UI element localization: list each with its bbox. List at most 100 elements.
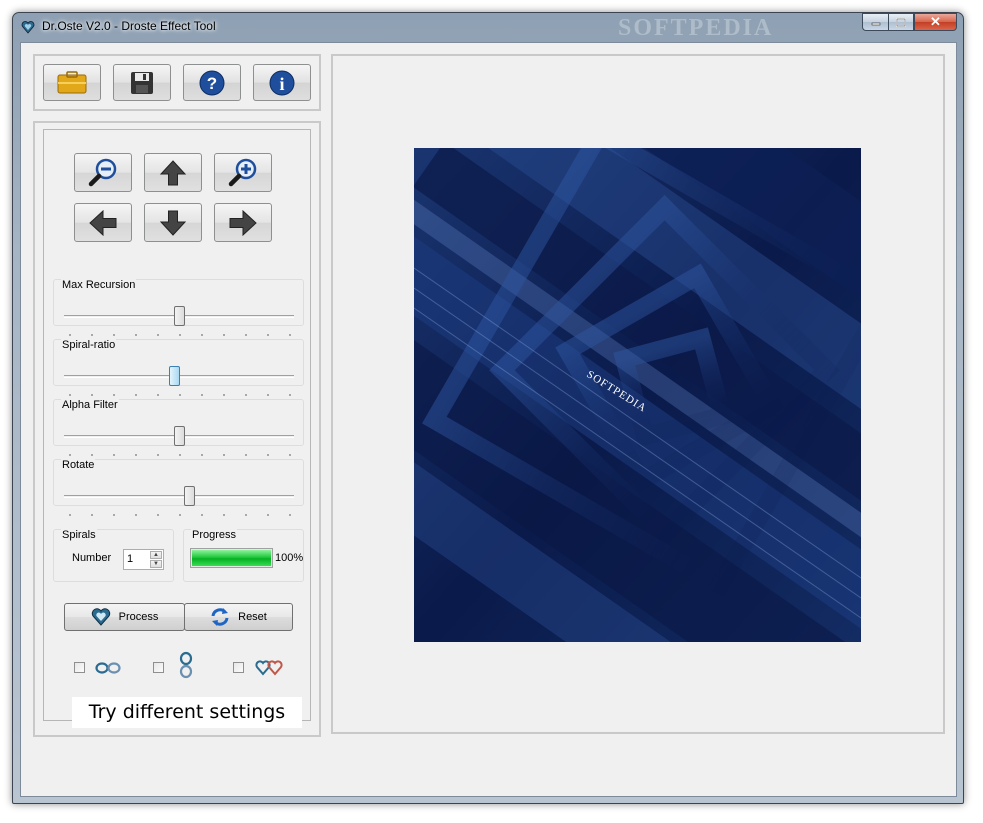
number-label: Number	[72, 552, 112, 564]
slider-tick	[201, 514, 203, 516]
info-icon: i	[269, 70, 295, 95]
slider-thumb[interactable]	[184, 486, 195, 506]
spiral-number-input[interactable]: 1 ▲ ▼	[123, 549, 164, 570]
progress-label: Progress	[191, 529, 238, 541]
max-recursion-group: Max Recursion	[53, 279, 304, 336]
maximize-button[interactable]	[888, 13, 914, 31]
progress-bar	[190, 548, 273, 568]
slider-tick	[135, 514, 137, 516]
move-down-button[interactable]	[144, 203, 202, 242]
spiral-ratio-group: Spiral-ratio	[53, 339, 304, 396]
folder-icon	[57, 70, 87, 93]
slider-tick	[91, 514, 93, 516]
zoom-in-button[interactable]	[214, 153, 272, 192]
spiral-number-value: 1	[127, 553, 134, 565]
slider-tick	[69, 514, 71, 516]
close-icon: ✕	[930, 14, 941, 29]
spiral-ratio-slider[interactable]	[64, 358, 294, 396]
progress-group: Progress 100%	[183, 529, 304, 582]
help-button[interactable]: ?	[183, 64, 241, 101]
arrow-up-icon	[159, 159, 187, 185]
slider-tick	[223, 394, 225, 396]
rotate-label: Rotate	[61, 459, 96, 471]
slider-tick	[113, 394, 115, 396]
slider-tick	[113, 514, 115, 516]
reset-label: Reset	[238, 611, 267, 623]
slider-tick	[113, 454, 115, 456]
slider-tick	[179, 454, 181, 456]
open-button[interactable]	[43, 64, 101, 101]
slider-tick	[289, 334, 291, 336]
slider-tick	[69, 454, 71, 456]
app-logo-icon	[21, 21, 35, 34]
slider-tick	[91, 334, 93, 336]
heart-logo-icon	[91, 608, 110, 626]
slider-tick	[201, 454, 203, 456]
arrow-right-icon	[229, 209, 257, 236]
slider-tick	[201, 394, 203, 396]
arrow-down-icon	[159, 210, 187, 236]
slider-tick	[91, 454, 93, 456]
info-button[interactable]: i	[253, 64, 311, 101]
figure-eight-mode-checkbox[interactable]	[153, 662, 164, 673]
reset-button[interactable]: Reset	[184, 603, 293, 631]
title-bar[interactable]: Dr.Oste V2.0 - Droste Effect Tool SOFTPE…	[13, 13, 963, 41]
slider-tick	[157, 334, 159, 336]
figure-eight-mode-icon	[179, 651, 193, 679]
alpha-filter-label: Alpha Filter	[61, 399, 119, 411]
slider-tick	[223, 334, 225, 336]
slider-thumb[interactable]	[169, 366, 180, 386]
max-recursion-label: Max Recursion	[61, 279, 137, 291]
slider-tick	[201, 334, 203, 336]
slider-thumb[interactable]	[174, 306, 185, 326]
slider-tick	[289, 454, 291, 456]
slider-tick	[69, 334, 71, 336]
slider-tick	[223, 514, 225, 516]
move-left-button[interactable]	[74, 203, 132, 242]
slider-tick	[245, 334, 247, 336]
minimize-icon	[871, 22, 880, 26]
slider-tick	[69, 394, 71, 396]
process-button[interactable]: Process	[64, 603, 185, 631]
spiral-ratio-label: Spiral-ratio	[61, 339, 117, 351]
slider-tick	[245, 394, 247, 396]
svg-text:i: i	[279, 74, 284, 94]
slider-tick	[289, 394, 291, 396]
minimize-button[interactable]	[862, 13, 888, 31]
process-label: Process	[118, 611, 159, 623]
refresh-icon	[211, 608, 229, 626]
double-heart-mode-checkbox[interactable]	[233, 662, 244, 673]
slider-tick	[135, 334, 137, 336]
slider-tick	[135, 394, 137, 396]
rotate-slider[interactable]	[64, 478, 294, 516]
close-button[interactable]: ✕	[914, 13, 957, 31]
slider-tick	[267, 514, 269, 516]
slider-tick	[91, 394, 93, 396]
infinity-mode-checkbox[interactable]	[74, 662, 85, 673]
preview-panel: SOFTPEDIA	[331, 54, 945, 734]
double-heart-mode-icon	[255, 660, 283, 676]
droste-preview-graphic: SOFTPEDIA	[414, 148, 861, 642]
slider-thumb[interactable]	[174, 426, 185, 446]
save-button[interactable]	[113, 64, 171, 101]
slider-tick	[179, 514, 181, 516]
slider-tick	[157, 514, 159, 516]
zoom-out-button[interactable]	[74, 153, 132, 192]
slider-tick	[135, 454, 137, 456]
alpha-filter-slider[interactable]	[64, 418, 294, 456]
spirals-label: Spirals	[61, 529, 97, 541]
droste-preview-image: SOFTPEDIA	[414, 148, 861, 642]
infinity-mode-icon	[95, 662, 121, 674]
move-up-button[interactable]	[144, 153, 202, 192]
slider-tick	[289, 514, 291, 516]
max-recursion-slider[interactable]	[64, 298, 294, 336]
caption-text: Try different settings	[72, 697, 302, 728]
slider-tick	[179, 334, 181, 336]
spin-up-button[interactable]: ▲	[150, 551, 162, 559]
zoom-out-icon	[88, 158, 117, 186]
spin-down-button[interactable]: ▼	[150, 560, 162, 568]
window-title: Dr.Oste V2.0 - Droste Effect Tool	[42, 19, 216, 33]
slider-tick	[245, 514, 247, 516]
move-right-button[interactable]	[214, 203, 272, 242]
slider-track	[64, 495, 294, 498]
